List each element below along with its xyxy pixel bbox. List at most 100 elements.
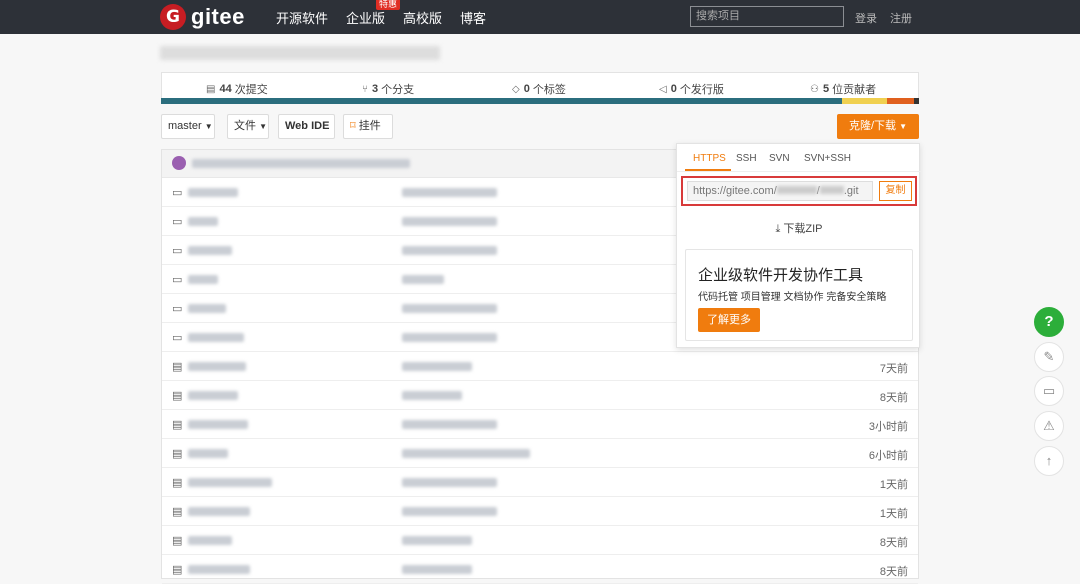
clone-url-highlight: https://gitee.com// .git 复制 bbox=[681, 176, 917, 206]
search-input[interactable]: 搜索项目 bbox=[690, 6, 844, 27]
warning-icon[interactable]: ⚠ bbox=[1034, 411, 1064, 441]
chevron-down-icon: ▼ bbox=[204, 122, 213, 131]
chevron-down-icon: ▼ bbox=[259, 122, 267, 131]
folder-icon: ▭ bbox=[172, 245, 183, 257]
language-segment bbox=[913, 98, 919, 104]
commit-message-blurred bbox=[402, 536, 472, 545]
nav-enterprise[interactable]: 企业版 特惠 bbox=[346, 0, 401, 27]
comment-icon[interactable]: ▭ bbox=[1034, 376, 1064, 406]
file-name-blurred bbox=[188, 507, 250, 516]
avatar bbox=[172, 156, 186, 170]
table-row[interactable]: ▤ 3小时前 bbox=[162, 410, 918, 439]
register-link[interactable]: 注册 bbox=[890, 10, 912, 26]
chevron-down-icon: ▼ bbox=[899, 122, 908, 131]
tab-https[interactable]: HTTPS bbox=[693, 153, 726, 164]
copy-button[interactable]: 复制 bbox=[879, 181, 912, 201]
nav-open-source[interactable]: 开源软件 bbox=[276, 8, 328, 27]
release-icon: ◁ bbox=[659, 83, 667, 95]
clone-url-field[interactable]: https://gitee.com// .git bbox=[687, 181, 873, 201]
file-icon: ▤ bbox=[172, 564, 183, 576]
active-tab-indicator bbox=[685, 169, 731, 171]
widget-button[interactable]: ⌑ 挂件 bbox=[343, 114, 393, 139]
table-row[interactable]: ▤ 8天前 bbox=[162, 381, 918, 410]
file-name-blurred bbox=[188, 275, 218, 284]
language-segment bbox=[161, 98, 842, 104]
tab-svn-ssh[interactable]: SVN+SSH bbox=[804, 153, 851, 164]
clone-label: 克隆/下载 bbox=[848, 120, 897, 132]
folder-icon: ▭ bbox=[172, 274, 183, 286]
commit-message-blurred bbox=[402, 333, 497, 342]
commit-message-blurred bbox=[402, 478, 497, 487]
tag-icon: ◇ bbox=[512, 83, 520, 95]
contributors-label: 位贡献者 bbox=[832, 84, 877, 96]
contributors-icon: ⚇ bbox=[810, 83, 819, 95]
url-prefix: https://gitee.com/ bbox=[693, 185, 777, 197]
file-name-blurred bbox=[188, 536, 232, 545]
edit-icon[interactable]: ✎ bbox=[1034, 342, 1064, 372]
commit-message-blurred bbox=[402, 449, 530, 458]
nav-education[interactable]: 高校版 bbox=[403, 8, 442, 27]
table-row[interactable]: ▤ 8天前 bbox=[162, 526, 918, 555]
repo-toolbar: master ▼ 文件 ▼ Web IDE ⌑ 挂件 克隆/下载 ▼ bbox=[161, 114, 919, 140]
file-name-blurred bbox=[188, 217, 218, 226]
tab-ssh[interactable]: SSH bbox=[736, 153, 757, 164]
commit-time: 8天前 bbox=[879, 392, 908, 404]
files-dropdown[interactable]: 文件 ▼ bbox=[227, 114, 269, 139]
help-button[interactable]: ? bbox=[1034, 307, 1064, 337]
commits-count: 44 bbox=[219, 83, 232, 95]
promo-title: 企业级软件开发协作工具 bbox=[698, 267, 864, 284]
commit-message-blurred bbox=[402, 420, 497, 429]
clone-protocol-tabs: HTTPS SSH SVN SVN+SSH bbox=[677, 144, 921, 172]
folder-icon: ▭ bbox=[172, 187, 183, 199]
promo-badge: 特惠 bbox=[376, 0, 401, 10]
commit-time: 1天前 bbox=[879, 479, 908, 491]
main-nav: 开源软件 企业版 特惠 高校版 博客 bbox=[276, 0, 504, 34]
clone-download-button[interactable]: 克隆/下载 ▼ bbox=[837, 114, 919, 139]
table-row[interactable]: ▤ 1天前 bbox=[162, 468, 918, 497]
bookmark-icon: ⌑ bbox=[350, 120, 356, 132]
tags-label: 个标签 bbox=[532, 84, 566, 96]
tags-count: 0 bbox=[523, 83, 530, 95]
contributors-stat[interactable]: ⚇ 5 位贡献者 bbox=[810, 81, 876, 97]
branches-count: 3 bbox=[372, 83, 379, 95]
logo-text: gitee bbox=[191, 4, 245, 29]
branch-select[interactable]: master ▼ bbox=[161, 114, 215, 139]
nav-enterprise-label: 企业版 bbox=[346, 10, 386, 26]
file-name-blurred bbox=[188, 478, 272, 487]
branch-name: master bbox=[168, 120, 202, 132]
table-row[interactable]: ▤ 6小时前 bbox=[162, 439, 918, 468]
download-icon: ⤓ bbox=[775, 223, 781, 235]
language-bar bbox=[161, 98, 919, 104]
file-name-blurred bbox=[188, 391, 238, 400]
file-name-blurred bbox=[188, 449, 228, 458]
gitee-logo[interactable]: G gitee bbox=[160, 4, 245, 30]
file-name-blurred bbox=[188, 362, 246, 371]
tags-stat[interactable]: ◇ 0 个标签 bbox=[512, 81, 566, 97]
table-row[interactable]: ▤ 8天前 bbox=[162, 555, 918, 584]
folder-icon: ▭ bbox=[172, 332, 183, 344]
commits-stat[interactable]: ▤ 44 次提交 bbox=[206, 81, 268, 97]
web-ide-button[interactable]: Web IDE bbox=[278, 114, 335, 139]
tab-svn[interactable]: SVN bbox=[769, 153, 790, 164]
back-to-top-icon[interactable]: ↑ bbox=[1034, 446, 1064, 476]
commit-message-blurred bbox=[402, 246, 497, 255]
commit-time: 6小时前 bbox=[868, 450, 908, 462]
file-icon: ▤ bbox=[172, 448, 183, 460]
file-name-blurred bbox=[188, 333, 244, 342]
language-segment bbox=[887, 98, 914, 104]
nav-blog[interactable]: 博客 bbox=[460, 8, 486, 27]
commit-message-blurred bbox=[402, 362, 472, 371]
commit-icon: ▤ bbox=[206, 83, 216, 95]
clone-dropdown-panel: HTTPS SSH SVN SVN+SSH https://gitee.com/… bbox=[676, 143, 921, 348]
releases-count: 0 bbox=[670, 83, 677, 95]
releases-stat[interactable]: ◁ 0 个发行版 bbox=[659, 81, 724, 97]
login-link[interactable]: 登录 bbox=[855, 10, 877, 26]
file-icon: ▤ bbox=[172, 390, 183, 402]
download-zip-link[interactable]: ⤓ 下载ZIP bbox=[677, 220, 921, 236]
table-row[interactable]: ▤ 1天前 bbox=[162, 497, 918, 526]
files-label: 文件 bbox=[234, 120, 256, 132]
commit-time: 8天前 bbox=[879, 537, 908, 549]
learn-more-button[interactable]: 了解更多 bbox=[698, 308, 760, 332]
table-row[interactable]: ▤ 7天前 bbox=[162, 352, 918, 381]
branches-stat[interactable]: ⑂ 3 个分支 bbox=[362, 81, 414, 97]
